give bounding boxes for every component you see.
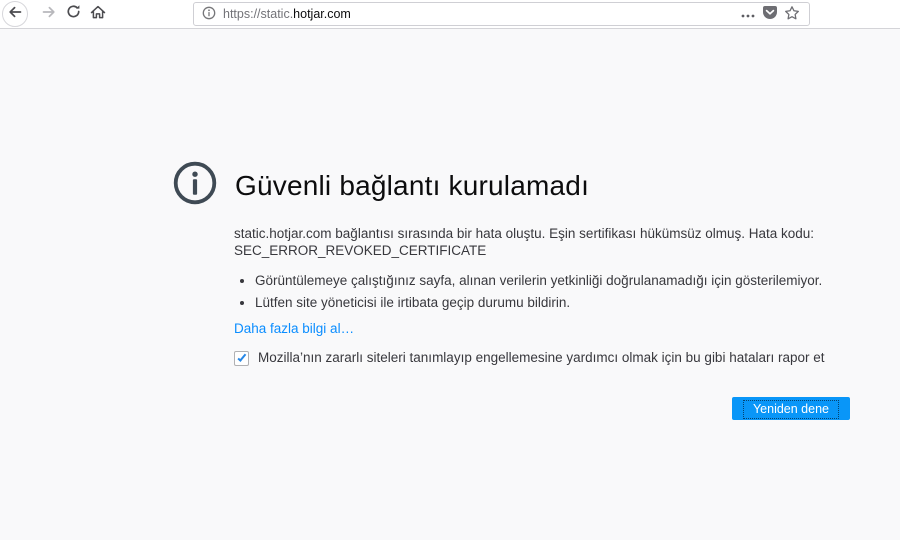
button-row: Yeniden dene bbox=[234, 396, 850, 420]
error-body: static.hotjar.com bağlantısı sırasında b… bbox=[234, 226, 850, 420]
reload-icon bbox=[66, 4, 81, 24]
error-bullet-2: Lütfen site yöneticisi ile irtibata geçi… bbox=[255, 295, 850, 311]
error-page: Güvenli bağlantı kurulamadı static.hotja… bbox=[0, 29, 900, 539]
star-icon bbox=[784, 5, 800, 24]
ellipsis-icon bbox=[741, 7, 755, 21]
report-error-row: Mozilla’nın zararlı siteleri tanımlayıp … bbox=[234, 350, 850, 366]
checkmark-icon bbox=[236, 351, 246, 362]
learn-more-link[interactable]: Daha fazla bilgi al… bbox=[234, 321, 354, 337]
site-info-icon[interactable] bbox=[202, 6, 216, 23]
pocket-button[interactable] bbox=[759, 3, 781, 25]
report-checkbox-label: Mozilla’nın zararlı siteleri tanımlayıp … bbox=[258, 349, 825, 365]
info-icon bbox=[172, 160, 218, 211]
forward-icon bbox=[42, 5, 56, 23]
error-code: SEC_ERROR_REVOKED_CERTIFICATE bbox=[234, 242, 487, 258]
forward-button[interactable] bbox=[36, 1, 62, 27]
retry-button[interactable]: Yeniden dene bbox=[732, 396, 850, 420]
browser-toolbar: https://static.hotjar.com bbox=[0, 0, 900, 29]
error-description: static.hotjar.com bağlantısı sırasında b… bbox=[234, 226, 815, 241]
report-error-checkbox[interactable] bbox=[234, 350, 249, 366]
retry-button-label: Yeniden dene bbox=[742, 399, 839, 419]
page-actions-button[interactable] bbox=[737, 3, 759, 25]
url-bar[interactable]: https://static.hotjar.com bbox=[193, 2, 810, 26]
pocket-icon bbox=[762, 5, 778, 23]
reload-button[interactable] bbox=[60, 1, 86, 27]
url-text: https://static.hotjar.com bbox=[223, 7, 351, 21]
url-prefix: https://static. bbox=[223, 7, 294, 21]
bookmark-star-button[interactable] bbox=[781, 3, 803, 25]
home-button[interactable] bbox=[85, 1, 111, 27]
page-title: Güvenli bağlantı kurulamadı bbox=[235, 169, 590, 201]
title-row: Güvenli bağlantı kurulamadı bbox=[172, 160, 900, 211]
error-bullet-1: Görüntülemeye çalıştığınız sayfa, alınan… bbox=[255, 273, 850, 289]
error-bullet-list: Görüntülemeye çalıştığınız sayfa, alınan… bbox=[234, 273, 850, 311]
home-icon bbox=[90, 5, 106, 24]
back-button[interactable] bbox=[2, 1, 28, 27]
url-domain: hotjar.com bbox=[293, 7, 351, 21]
back-icon bbox=[8, 5, 22, 23]
